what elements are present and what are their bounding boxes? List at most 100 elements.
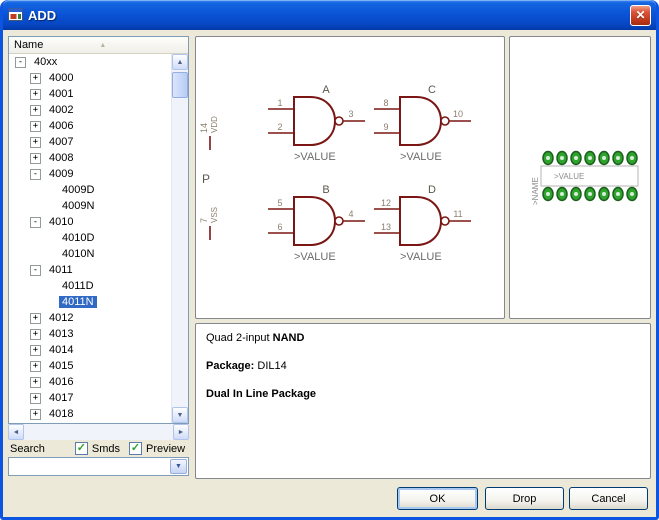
close-icon[interactable]: ✕: [630, 5, 651, 26]
pad-hole: [574, 156, 578, 160]
tree-item-label: 4001: [46, 88, 76, 100]
tree-item-4011n[interactable]: 4011N: [9, 294, 171, 310]
search-label: Search: [10, 443, 45, 455]
tree-item-label: 4015: [46, 360, 76, 372]
expand-icon[interactable]: +: [30, 153, 41, 164]
tree-item-label: 4011N: [59, 296, 97, 308]
tree-item-4011[interactable]: -4011: [9, 262, 171, 278]
tree-item-4001[interactable]: +4001: [9, 86, 171, 102]
scroll-up-icon[interactable]: ▲: [172, 54, 188, 70]
tree-item-4008[interactable]: +4008: [9, 150, 171, 166]
ok-button[interactable]: OK: [397, 487, 478, 510]
titlebar[interactable]: ADD ✕: [3, 0, 656, 30]
pad-hole: [574, 192, 578, 196]
library-tree: Name ▲ -40xx+4000+4001+4002+4006+4007+40…: [8, 36, 189, 424]
tree-item-4000[interactable]: +4000: [9, 70, 171, 86]
expand-icon[interactable]: +: [30, 329, 41, 340]
expand-icon[interactable]: +: [30, 313, 41, 324]
pad-hole: [602, 156, 606, 160]
power-device-letter: P: [202, 172, 210, 186]
scroll-left-icon[interactable]: ◄: [8, 424, 24, 440]
pin-number: 10: [453, 109, 463, 119]
scroll-down-icon[interactable]: ▼: [172, 407, 188, 423]
preview-check-icon[interactable]: ✓: [129, 442, 142, 455]
tree-item-4009n[interactable]: 4009N: [9, 198, 171, 214]
scrollbar-thumb[interactable]: [172, 72, 188, 98]
search-combobox[interactable]: ▼: [8, 457, 189, 476]
expand-icon[interactable]: +: [30, 73, 41, 84]
tree-item-label: 4010D: [59, 232, 97, 244]
tree-item-label: 4012: [46, 312, 76, 324]
tree-item-4012[interactable]: +4012: [9, 310, 171, 326]
tree-item-4002[interactable]: +4002: [9, 102, 171, 118]
tree-item-4011d[interactable]: 4011D: [9, 278, 171, 294]
tree-item-40xx[interactable]: -40xx: [9, 54, 171, 70]
description-line-2: Package: DIL14: [206, 360, 640, 372]
value-placeholder: >VALUE: [400, 251, 442, 263]
power-net-name: VDD: [210, 116, 219, 133]
tree-item-label: 4007: [46, 136, 76, 148]
tree-vertical-scrollbar[interactable]: ▲ ▼: [171, 54, 188, 423]
tree-item-4007[interactable]: +4007: [9, 134, 171, 150]
tree-horizontal-scrollbar[interactable]: ◄ ►: [8, 424, 189, 440]
tree-item-4018[interactable]: +4018: [9, 406, 171, 422]
expand-icon[interactable]: +: [30, 393, 41, 404]
pin-number: 13: [381, 222, 391, 232]
tree-item-4015[interactable]: +4015: [9, 358, 171, 374]
drop-button[interactable]: Drop: [485, 487, 564, 510]
tree-item-label: 4009: [46, 168, 76, 180]
expand-icon[interactable]: +: [30, 361, 41, 372]
tree-item-4009d[interactable]: 4009D: [9, 182, 171, 198]
tree-item-4009[interactable]: -4009: [9, 166, 171, 182]
collapse-icon[interactable]: -: [30, 217, 41, 228]
smds-check-icon[interactable]: ✓: [75, 442, 88, 455]
pad-hole: [560, 156, 564, 160]
tree-items: -40xx+4000+4001+4002+4006+4007+4008-4009…: [9, 54, 171, 423]
pin-number: 9: [383, 122, 388, 132]
gate-letter: A: [322, 84, 330, 96]
tree-item-4013[interactable]: +4013: [9, 326, 171, 342]
expand-icon[interactable]: +: [30, 121, 41, 132]
sort-asc-icon: ▲: [99, 42, 106, 49]
description-panel: Quad 2-input NAND Package: DIL14 Dual In…: [195, 323, 651, 479]
gate-letter: D: [428, 184, 436, 196]
cancel-button[interactable]: Cancel: [569, 487, 648, 510]
expand-icon[interactable]: +: [30, 409, 41, 420]
pin-number: 6: [277, 222, 282, 232]
dropdown-icon[interactable]: ▼: [170, 459, 187, 474]
add-dialog: ADD ✕ Name ▲ -40xx+4000+4001+4002+4006+4…: [0, 0, 659, 520]
collapse-icon[interactable]: -: [15, 57, 26, 68]
tree-item-4010[interactable]: -4010: [9, 214, 171, 230]
tree-item-4010n[interactable]: 4010N: [9, 246, 171, 262]
tree-item-4014[interactable]: +4014: [9, 342, 171, 358]
expand-icon[interactable]: +: [30, 105, 41, 116]
tree-item-4016[interactable]: +4016: [9, 374, 171, 390]
schematic-preview: 14 VDD P 7 VSS 1 2 3: [196, 37, 504, 318]
tree-column-header[interactable]: Name ▲: [9, 37, 188, 54]
expand-icon[interactable]: +: [30, 377, 41, 388]
tree-item-label: 4017: [46, 392, 76, 404]
pin-number: 5: [277, 198, 282, 208]
expand-icon[interactable]: +: [30, 89, 41, 100]
description-line-3: Dual In Line Package: [206, 388, 640, 400]
search-combobox-value[interactable]: [9, 458, 169, 475]
collapse-icon[interactable]: -: [30, 169, 41, 180]
expand-icon[interactable]: +: [30, 345, 41, 356]
pin-number: 11: [453, 209, 462, 219]
expand-icon[interactable]: +: [30, 137, 41, 148]
tree-item-label: 4010: [46, 216, 76, 228]
tree-item-4006[interactable]: +4006: [9, 118, 171, 134]
smds-label: Smds: [92, 443, 120, 455]
tree-item-4010d[interactable]: 4010D: [9, 230, 171, 246]
pad-hole: [616, 156, 620, 160]
collapse-icon[interactable]: -: [30, 265, 41, 276]
tree-item-label: 4011D: [59, 280, 97, 292]
window-title: ADD: [28, 8, 630, 23]
scroll-right-icon[interactable]: ►: [173, 424, 189, 440]
smds-checkbox[interactable]: ✓ Smds: [75, 442, 120, 455]
value-placeholder: >VALUE: [294, 151, 336, 163]
pin-number: 2: [277, 122, 282, 132]
tree-item-4017[interactable]: +4017: [9, 390, 171, 406]
preview-checkbox[interactable]: ✓ Preview: [129, 442, 185, 455]
tree-item-label: 4016: [46, 376, 76, 388]
